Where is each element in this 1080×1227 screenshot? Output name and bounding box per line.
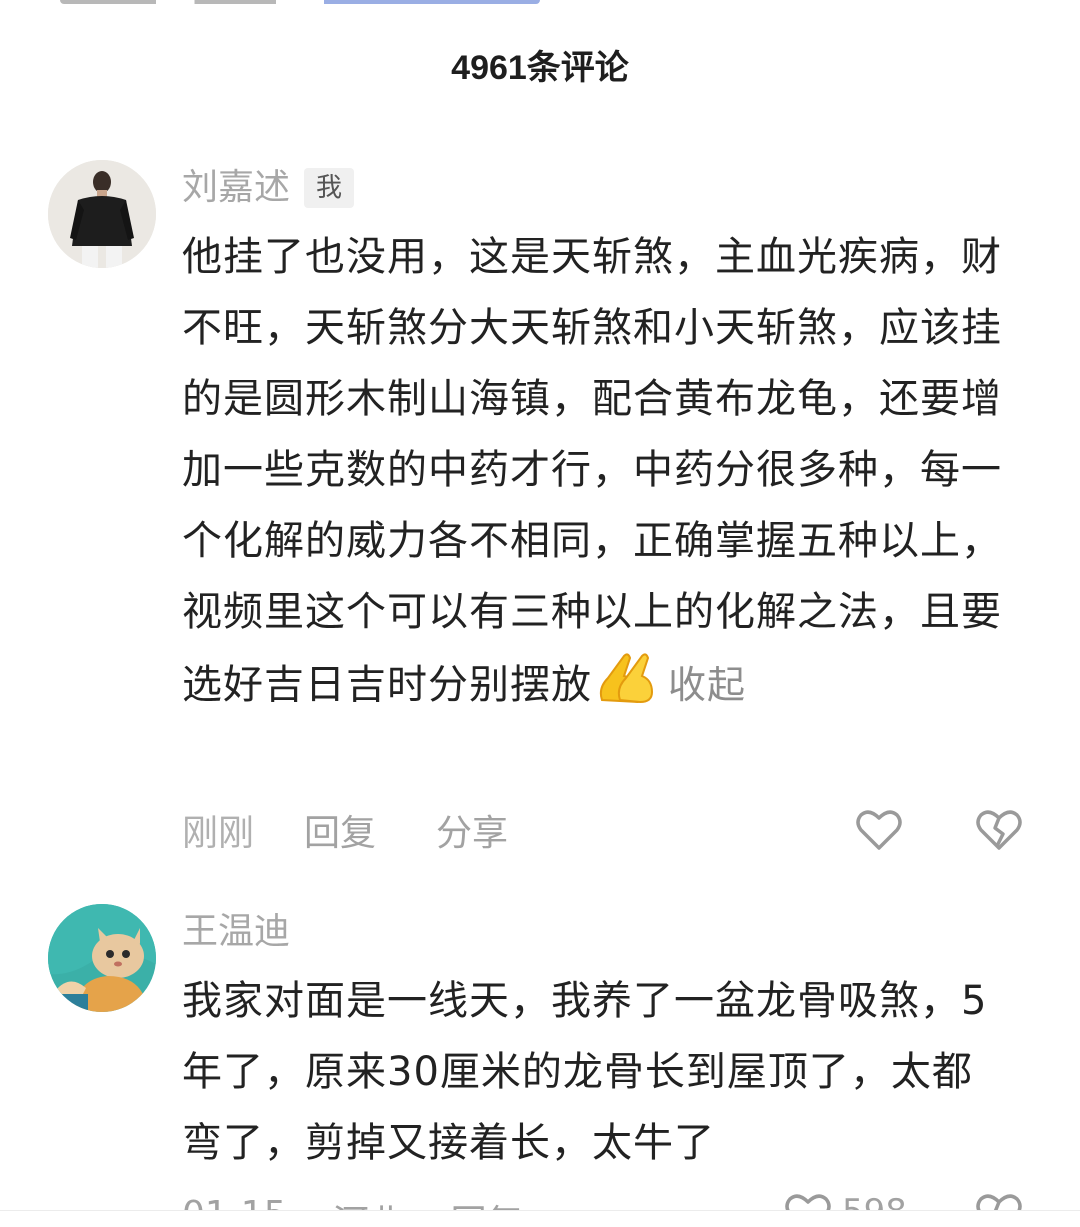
broken-heart-icon[interactable]	[973, 804, 1025, 856]
comment-time: 刚刚	[182, 813, 255, 854]
comments-header: 4961条评论	[0, 38, 1080, 98]
avatar[interactable]	[48, 160, 156, 268]
previous-content-cutoff	[0, 0, 1080, 12]
comment-author-row: 刘嘉述 我	[182, 164, 355, 212]
comment-author-row: 王温迪	[182, 908, 290, 956]
me-badge: 我	[304, 168, 355, 208]
collapse-link[interactable]: 收起	[668, 663, 746, 707]
share-button[interactable]: 分享	[436, 804, 508, 856]
avatar[interactable]	[48, 904, 156, 1012]
clipped-text-fragment	[60, 0, 540, 4]
man-in-black-shirt-avatar-icon	[48, 160, 156, 268]
username[interactable]: 刘嘉述	[182, 164, 290, 212]
cartoon-cat-avatar-icon	[48, 904, 156, 1012]
bottom-divider	[0, 1210, 1080, 1227]
heart-outline-icon[interactable]	[853, 804, 905, 856]
comment-actions: 刚刚 回复 分享	[182, 806, 568, 854]
username[interactable]: 王温迪	[182, 908, 290, 956]
comment-count-title: 4961条评论	[451, 49, 629, 87]
comment-text: 他挂了也没用，这是天斩煞，主血光疾病，财不旺，天斩煞分大天斩煞和小天斩煞，应该挂…	[182, 234, 1002, 708]
comment-text-block: 我家对面是一线天，我养了一盆龙骨吸煞，5年了，原来30厘米的龙骨长到屋顶了，太都…	[182, 966, 1002, 1179]
comment-text: 我家对面是一线天，我养了一盆龙骨吸煞，5年了，原来30厘米的龙骨长到屋顶了，太都…	[182, 978, 988, 1166]
reply-button[interactable]: 回复	[304, 804, 376, 856]
folded-hands-emoji-icon	[594, 648, 656, 727]
comment-text-block: 他挂了也没用，这是天斩煞，主血光疾病，财不旺，天斩煞分大天斩煞和小天斩煞，应该挂…	[182, 222, 1002, 727]
